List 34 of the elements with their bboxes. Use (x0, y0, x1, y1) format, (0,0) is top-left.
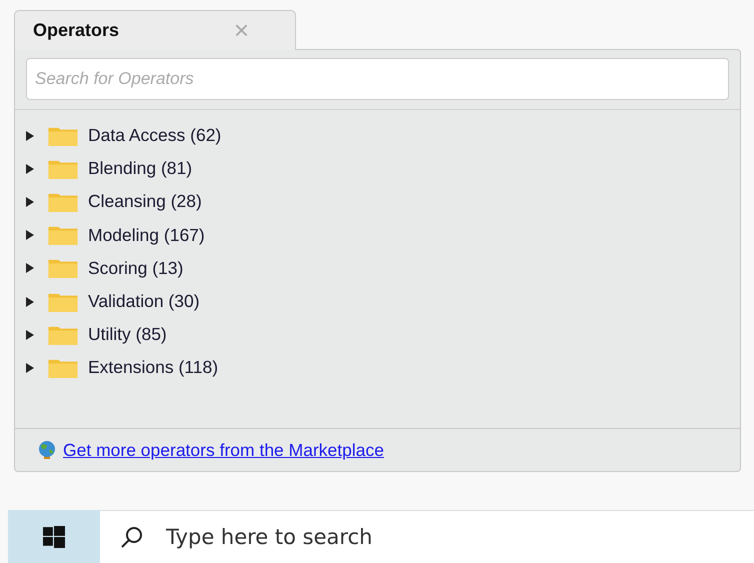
marketplace-link[interactable]: Get more operators from the Marketplace (63, 440, 384, 460)
tree-item[interactable]: Modeling (167) (88, 224, 205, 246)
folder-icon (48, 258, 78, 278)
taskbar-search-field[interactable]: Type here to search (100, 510, 754, 563)
folder-icon (48, 358, 78, 378)
start-button[interactable] (8, 510, 100, 563)
search-icon (120, 525, 144, 549)
expand-arrow-icon[interactable] (25, 130, 35, 142)
folder-icon (48, 292, 78, 312)
expand-arrow-icon[interactable] (25, 196, 35, 208)
tree-item[interactable]: Blending (81) (88, 158, 192, 180)
folder-icon (48, 225, 78, 246)
tree-item[interactable]: Extensions (118) (88, 357, 218, 378)
windows-icon (43, 526, 65, 548)
expand-arrow-icon[interactable] (25, 296, 35, 308)
expand-arrow-icon[interactable] (25, 229, 35, 242)
folder-icon (48, 126, 78, 146)
globe-icon (37, 440, 57, 460)
expand-arrow-icon[interactable] (25, 262, 35, 274)
tree-item[interactable]: Utility (85) (88, 324, 167, 346)
tree-item[interactable]: Scoring (13) (88, 258, 184, 279)
tab-title: Operators (33, 20, 120, 41)
expand-arrow-icon[interactable] (25, 328, 35, 341)
expand-arrow-icon[interactable] (25, 162, 35, 175)
folder-icon (48, 158, 78, 179)
tree-item[interactable]: Data Access (62) (88, 125, 222, 146)
search-field[interactable]: Search for Operators (26, 58, 729, 100)
operators-tab[interactable]: Operators × (14, 10, 296, 50)
folder-icon (48, 192, 78, 212)
taskbar-search-placeholder: Type here to search (166, 525, 372, 549)
tree-item[interactable]: Cleansing (28) (88, 191, 202, 212)
expand-arrow-icon[interactable] (25, 362, 35, 374)
tree-item[interactable]: Validation (30) (88, 291, 200, 312)
folder-icon (48, 324, 78, 345)
